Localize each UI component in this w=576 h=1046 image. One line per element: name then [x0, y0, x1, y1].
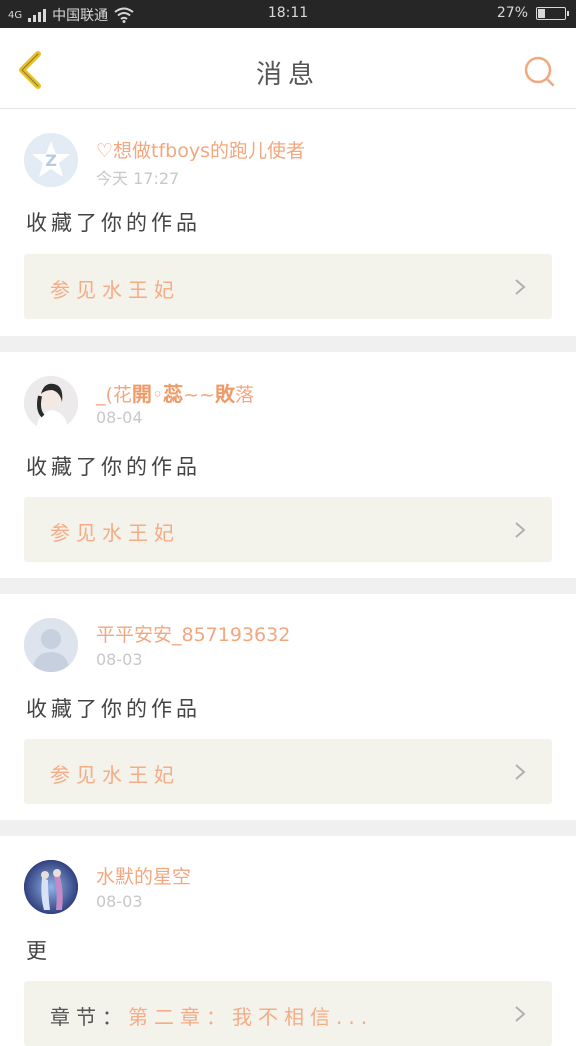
chevron-right-icon — [515, 1006, 526, 1022]
nav-bar: 消息 — [0, 28, 576, 109]
message-card: 水默的星空 08-03 更 章节：第二章：我不相信... — [0, 836, 576, 1046]
user-photo — [24, 860, 78, 914]
avatar[interactable] — [24, 376, 78, 430]
work-link[interactable]: 参见水王妃 — [24, 254, 552, 319]
default-avatar-icon — [24, 618, 78, 672]
status-time: 18:11 — [267, 5, 309, 21]
username[interactable]: 水默的星空 — [96, 862, 191, 889]
timestamp: 08-04 — [96, 408, 143, 427]
action-text: 收藏了你的作品 — [26, 455, 201, 479]
username[interactable]: 平平安安_857193632 — [96, 620, 290, 647]
chevron-right-icon — [515, 764, 526, 780]
action-text: 更 — [26, 939, 51, 963]
separator — [0, 820, 576, 836]
work-link[interactable]: 章节：第二章：我不相信... — [24, 981, 552, 1046]
message-card: Z ♡想做tfboys的跑儿使者 今天 17:27 收藏了你的作品 参见水王妃 — [0, 109, 576, 336]
message-card: 平平安安_857193632 08-03 收藏了你的作品 参见水王妃 — [0, 594, 576, 820]
avatar[interactable] — [24, 860, 78, 914]
separator — [0, 578, 576, 594]
work-title: 参见水王妃 — [50, 278, 180, 302]
work-link[interactable]: 参见水王妃 — [24, 497, 552, 562]
username[interactable]: ♡想做tfboys的跑儿使者 — [96, 136, 305, 163]
work-title: 参见水王妃 — [50, 763, 180, 787]
separator — [0, 336, 576, 352]
chevron-right-icon — [515, 522, 526, 538]
timestamp: 今天 17:27 — [96, 169, 180, 188]
status-bar: 4G 中国联通 18:11 27% — [0, 0, 576, 28]
svg-text:Z: Z — [45, 151, 57, 170]
work-title: 章节：第二章：我不相信... — [50, 1005, 374, 1029]
message-card: _(花開◦蕊~~敗落 08-04 收藏了你的作品 参见水王妃 — [0, 352, 576, 578]
user-photo — [24, 376, 78, 430]
chevron-right-icon — [515, 279, 526, 295]
action-text: 收藏了你的作品 — [26, 697, 201, 721]
work-link[interactable]: 参见水王妃 — [24, 739, 552, 804]
avatar[interactable] — [24, 618, 78, 672]
search-icon[interactable] — [522, 54, 556, 88]
battery-icon — [536, 6, 569, 20]
work-title: 参见水王妃 — [50, 521, 180, 545]
timestamp: 08-03 — [96, 892, 143, 911]
work-label: 章节： — [50, 1005, 128, 1029]
message-list: Z ♡想做tfboys的跑儿使者 今天 17:27 收藏了你的作品 参见水王妃 … — [0, 109, 576, 1046]
action-text: 收藏了你的作品 — [26, 211, 201, 235]
timestamp: 08-03 — [96, 650, 143, 669]
battery-percent: 27% — [496, 5, 528, 21]
page-title: 消息 — [255, 60, 320, 90]
username[interactable]: _(花開◦蕊~~敗落 — [96, 378, 254, 407]
avatar[interactable]: Z — [24, 133, 78, 187]
qq-avatar-icon: Z — [24, 133, 78, 187]
